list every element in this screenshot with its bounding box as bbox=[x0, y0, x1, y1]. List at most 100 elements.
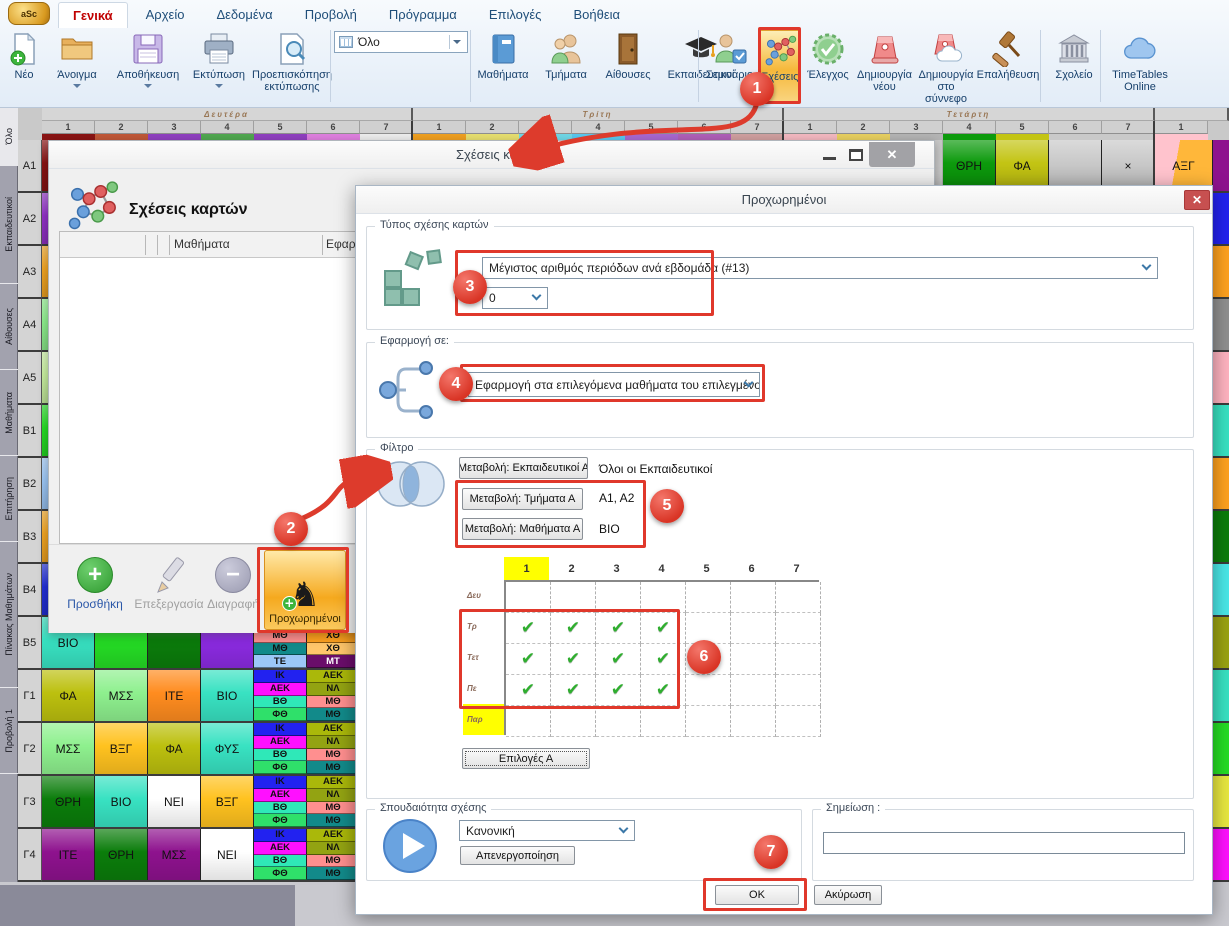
period-header[interactable]: 3 bbox=[148, 121, 201, 134]
change-classes-button[interactable]: Μεταβολή: Τμήματα Α bbox=[462, 488, 583, 510]
grid-cell[interactable] bbox=[776, 613, 821, 644]
period-header[interactable]: 3 bbox=[519, 121, 572, 134]
toolbar-button-check[interactable]: Έλεγχος bbox=[803, 29, 853, 106]
view-select[interactable]: Όλο bbox=[334, 31, 468, 53]
side-tab[interactable]: Πίνακας Μαθημάτων bbox=[0, 542, 18, 688]
period-header[interactable]: 1 bbox=[413, 121, 466, 134]
timetable-cell[interactable]: ΜΘ bbox=[307, 814, 360, 827]
grid-cell[interactable] bbox=[776, 706, 821, 737]
grid-row-label[interactable]: Παρ bbox=[463, 704, 504, 735]
menu-tab-view[interactable]: Προβολή bbox=[291, 2, 371, 28]
grid-column-header[interactable]: 3 bbox=[594, 557, 639, 580]
timetable-cell[interactable]: ΑΞΓ bbox=[1155, 140, 1213, 191]
grid-cell[interactable]: ✔ bbox=[506, 613, 551, 644]
side-tab[interactable]: Όλο bbox=[0, 108, 18, 166]
timetable-cell[interactable]: ΤΕ bbox=[254, 655, 307, 668]
count-dropdown[interactable]: 0 bbox=[482, 287, 548, 309]
period-header[interactable]: 4 bbox=[572, 121, 625, 134]
timetable-cell[interactable]: ΜΣΣ bbox=[42, 723, 95, 774]
timetable-cell[interactable]: ΜΣΣ bbox=[148, 829, 201, 880]
period-header[interactable]: 1 bbox=[784, 121, 837, 134]
column-header-subjects[interactable]: Μαθήματα bbox=[174, 237, 230, 251]
grid-cell[interactable]: ✔ bbox=[506, 644, 551, 675]
period-selection-grid[interactable]: 1234567✔✔✔✔✔✔✔✔✔✔✔✔ΔευΤρΤετΠεΠαρ bbox=[463, 557, 823, 735]
timetable-cell[interactable]: ΒΙΟ bbox=[95, 776, 148, 827]
grid-cell[interactable] bbox=[731, 706, 776, 737]
side-tab[interactable]: Μαθήματα bbox=[0, 370, 18, 456]
timetable-cell[interactable]: ΜΘ bbox=[307, 696, 360, 709]
grid-cell[interactable] bbox=[686, 582, 731, 613]
row-label-A4[interactable]: A4 bbox=[18, 299, 42, 352]
period-header[interactable]: 7 bbox=[1102, 121, 1155, 134]
note-input[interactable] bbox=[823, 832, 1185, 854]
grid-cell[interactable] bbox=[731, 613, 776, 644]
grid-cell[interactable]: ✔ bbox=[551, 613, 596, 644]
timetable-cell[interactable]: ΑΕΚ bbox=[254, 683, 307, 696]
timetable-cell[interactable]: ΒΞΓ bbox=[95, 723, 148, 774]
grid-cell[interactable] bbox=[506, 706, 551, 737]
timetable-cell[interactable]: ΝΛ bbox=[307, 789, 360, 802]
grid-cell[interactable] bbox=[686, 613, 731, 644]
timetable-cell[interactable]: ΦΘ bbox=[254, 867, 307, 880]
chevron-down-icon[interactable] bbox=[73, 84, 81, 88]
timetable-cell[interactable]: ΜΘ bbox=[307, 708, 360, 721]
timetable-cell[interactable]: ΑΕΚ bbox=[307, 776, 360, 789]
toolbar-button-generate-new[interactable]: Δημιουργία νέου bbox=[856, 29, 913, 106]
timetable-cell[interactable]: ΙΤΕ bbox=[148, 670, 201, 721]
grid-cell[interactable] bbox=[686, 706, 731, 737]
importance-dropdown[interactable]: Κανονική bbox=[459, 820, 635, 841]
chevron-down-icon[interactable] bbox=[144, 84, 152, 88]
grid-cell[interactable] bbox=[596, 582, 641, 613]
grid-row-label[interactable]: Πε bbox=[463, 673, 504, 704]
period-header[interactable]: 1 bbox=[42, 121, 95, 134]
grid-cell[interactable] bbox=[776, 644, 821, 675]
timetable-cell[interactable]: ΑΕΚ bbox=[254, 789, 307, 802]
grid-column-header[interactable]: 6 bbox=[729, 557, 774, 580]
timetable-cell[interactable]: ΑΕΚ bbox=[254, 842, 307, 855]
side-tab[interactable]: Επιτήρηση bbox=[0, 456, 18, 542]
toolbar-button-open[interactable]: Άνοιγμα bbox=[46, 29, 108, 106]
timetable-cell[interactable]: × bbox=[1102, 140, 1155, 191]
grid-cell[interactable] bbox=[506, 582, 551, 613]
grid-cell[interactable]: ✔ bbox=[551, 675, 596, 706]
timetable-cell[interactable]: ΑΕΚ bbox=[254, 736, 307, 749]
period-header[interactable]: 6 bbox=[1049, 121, 1102, 134]
timetable-cell[interactable]: ΒΞΓ bbox=[201, 776, 254, 827]
timetable-cell[interactable]: ΒΘ bbox=[254, 749, 307, 762]
timetable-cell[interactable]: ΜΘ bbox=[307, 867, 360, 880]
timetable-cell[interactable]: ΝΛ bbox=[307, 842, 360, 855]
period-header[interactable]: 4 bbox=[201, 121, 254, 134]
row-label-Γ3[interactable]: Γ3 bbox=[18, 776, 42, 829]
timetable-cell[interactable]: ΦΥΣ bbox=[201, 723, 254, 774]
change-subjects-button[interactable]: Μεταβολή: Μαθήματα Α bbox=[462, 518, 583, 540]
advanced-button[interactable]: ♞+ Προχωρημένοι bbox=[264, 550, 346, 630]
grid-column-header[interactable]: 5 bbox=[684, 557, 729, 580]
row-label-A3[interactable]: A3 bbox=[18, 246, 42, 299]
period-header[interactable]: 3 bbox=[890, 121, 943, 134]
period-header[interactable]: 5 bbox=[254, 121, 307, 134]
timetable-cell[interactable]: ΙΚ bbox=[254, 723, 307, 736]
period-header[interactable]: 1 bbox=[1155, 121, 1208, 134]
row-label-Γ1[interactable]: Γ1 bbox=[18, 670, 42, 723]
row-label-A2[interactable]: A2 bbox=[18, 193, 42, 246]
timetable-cell[interactable]: ΘΡΗ bbox=[95, 829, 148, 880]
cancel-button[interactable]: Ακύρωση bbox=[814, 885, 882, 905]
grid-cell[interactable]: ✔ bbox=[596, 675, 641, 706]
grid-cell[interactable]: ✔ bbox=[641, 644, 686, 675]
timetable-cell[interactable]: ΦΑ bbox=[996, 140, 1049, 191]
toolbar-button-print-preview[interactable]: Προεπισκόπηση εκτύπωσης bbox=[252, 29, 332, 106]
grid-column-header[interactable]: 1 bbox=[504, 557, 549, 580]
timetable-cell[interactable]: ΑΕΚ bbox=[307, 829, 360, 842]
timetable-cell[interactable]: ΝΕΙ bbox=[201, 829, 254, 880]
timetable-cell[interactable]: ΙΤΕ bbox=[42, 829, 95, 880]
timetable-cell[interactable]: ΝΛ bbox=[307, 683, 360, 696]
timetable-cell[interactable]: ΑΕΚ bbox=[307, 670, 360, 683]
grid-cell[interactable] bbox=[731, 582, 776, 613]
grid-cell[interactable] bbox=[686, 644, 731, 675]
row-label-Γ4[interactable]: Γ4 bbox=[18, 829, 42, 882]
toolbar-button-print[interactable]: Εκτύπωση bbox=[188, 29, 250, 106]
period-header[interactable]: 4 bbox=[943, 121, 996, 134]
grid-cell[interactable] bbox=[776, 582, 821, 613]
grid-cell[interactable] bbox=[551, 582, 596, 613]
menu-tab-help[interactable]: Βοήθεια bbox=[559, 2, 634, 28]
